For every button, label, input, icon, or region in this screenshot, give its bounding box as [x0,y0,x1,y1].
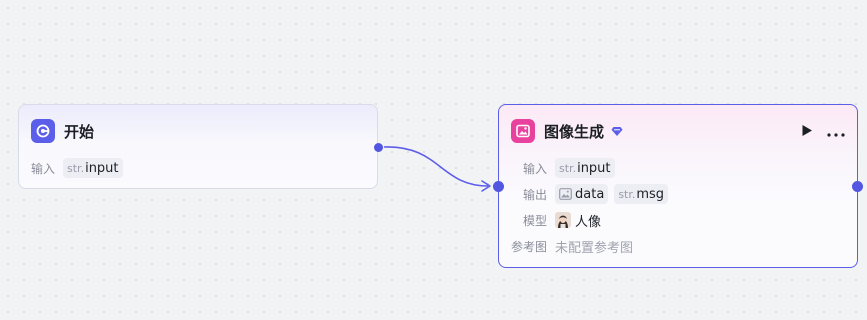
image-gen-node[interactable]: 图像生成 输入 str. input 输出 data str. msg 模型 人… [498,104,858,268]
variable-name: input [85,160,119,176]
node-title: 图像生成 [544,122,605,141]
type-label: str. [67,161,85,175]
output-chip-data: data [555,184,609,204]
inputs-label: 输入 [523,161,548,176]
play-icon[interactable] [801,122,813,141]
reference-row: 参考图 未配置参考图 [511,235,633,257]
node-actions [801,122,845,141]
inputs-label: 输入 [31,161,56,176]
variable-name: data [575,186,605,202]
input-chip: str. input [555,158,615,178]
type-label: str. [618,187,636,201]
image-gen-output-port[interactable] [852,181,863,192]
model-label: 模型 [523,213,548,228]
input-chip: str. input [63,158,123,178]
avatar [555,212,572,228]
type-label: str. [559,161,577,175]
variable-name: msg [636,186,665,202]
diamond-icon [611,126,623,137]
output-chip-msg: str. msg [614,184,669,204]
node-title: 开始 [64,122,95,141]
image-icon [559,188,572,200]
start-node[interactable]: 开始 输入 str. input [18,104,378,189]
image-gen-node-header: 图像生成 [511,118,623,144]
start-icon [31,119,55,143]
reference-value: 未配置参考图 [555,240,634,256]
inputs-row: 输入 str. input [31,157,129,179]
reference-label: 参考图 [511,239,548,254]
image-gen-input-port[interactable] [493,181,504,192]
start-node-header: 开始 [31,118,94,144]
more-icon[interactable] [827,122,845,141]
image-gen-icon [511,119,535,143]
outputs-row: 输出 data str. msg [523,183,674,205]
outputs-label: 输出 [523,187,548,202]
variable-name: input [577,160,611,176]
model-name: 人像 [575,214,602,230]
inputs-row: 输入 str. input [523,157,621,179]
model-row: 模型 人像 [523,209,601,231]
start-output-port[interactable] [374,143,383,152]
